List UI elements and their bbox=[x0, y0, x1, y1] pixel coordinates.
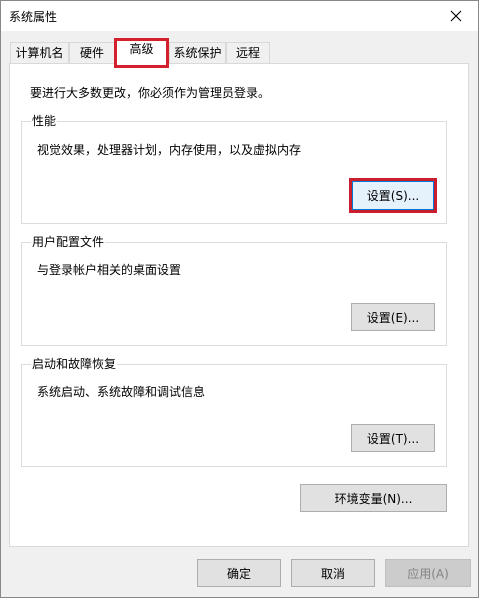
tab-advanced[interactable]: 高级 bbox=[114, 38, 169, 66]
performance-title: 性能 bbox=[31, 114, 58, 128]
user-profiles-title: 用户配置文件 bbox=[31, 235, 106, 249]
tab-remote[interactable]: 远程 bbox=[226, 42, 270, 63]
apply-button[interactable]: 应用(A) bbox=[385, 559, 471, 587]
tab-system-protection[interactable]: 系统保护 bbox=[169, 42, 226, 63]
tab-hardware[interactable]: 硬件 bbox=[69, 42, 115, 63]
startup-recovery-title: 启动和故障恢复 bbox=[31, 357, 118, 371]
title-bar: 系统属性 bbox=[0, 0, 479, 32]
performance-settings-button[interactable]: 设置(S)... bbox=[349, 178, 437, 213]
startup-recovery-description: 系统启动、系统故障和调试信息 bbox=[37, 385, 206, 399]
close-button[interactable] bbox=[433, 0, 479, 31]
window-title: 系统属性 bbox=[9, 10, 58, 24]
ok-button[interactable]: 确定 bbox=[197, 559, 281, 587]
admin-notice: 要进行大多数更改，你必须作为管理员登录。 bbox=[30, 86, 271, 100]
performance-settings-label: 设置(S)... bbox=[352, 181, 434, 210]
environment-variables-button[interactable]: 环境变量(N)... bbox=[300, 484, 447, 512]
user-profiles-settings-button[interactable]: 设置(E)... bbox=[351, 303, 435, 331]
performance-description: 视觉效果，处理器计划，内存使用，以及虚拟内存 bbox=[37, 143, 302, 157]
tab-computer-name[interactable]: 计算机名 bbox=[10, 42, 69, 63]
startup-recovery-settings-button[interactable]: 设置(T)... bbox=[351, 424, 435, 452]
user-profiles-description: 与登录帐户相关的桌面设置 bbox=[37, 263, 182, 277]
cancel-button[interactable]: 取消 bbox=[291, 559, 375, 587]
close-icon bbox=[450, 10, 462, 21]
